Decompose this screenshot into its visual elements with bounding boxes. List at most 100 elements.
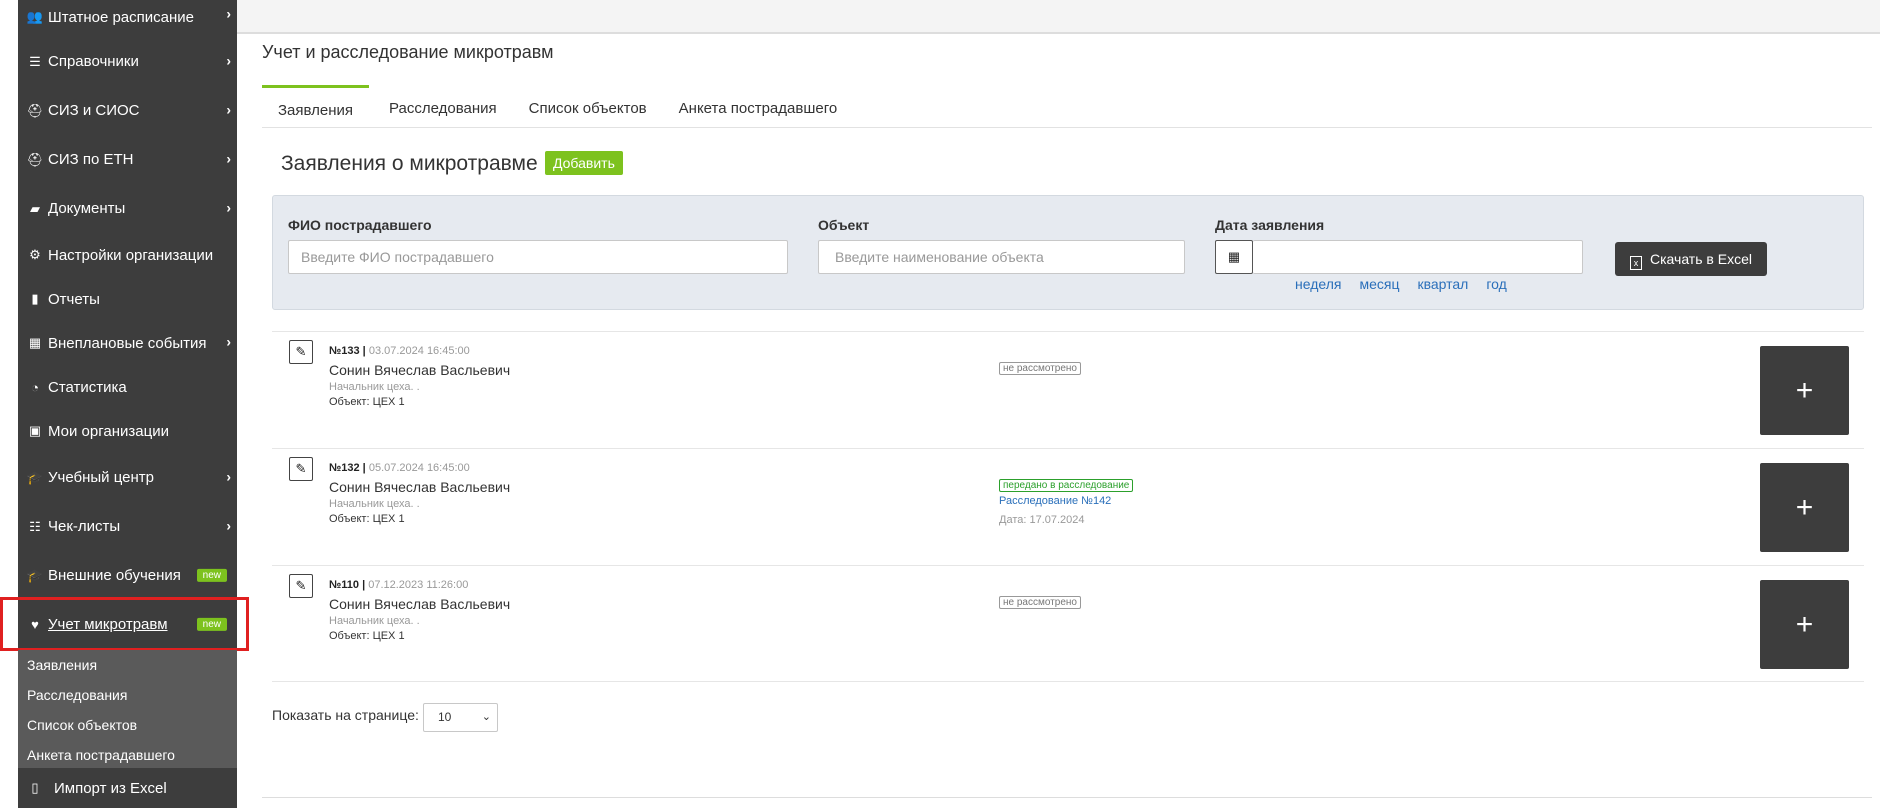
- sidebar-item-my-organizations[interactable]: ▣ Мои организации: [18, 409, 237, 453]
- sidebar-subitem-questionnaire[interactable]: Анкета пострадавшего: [18, 740, 237, 770]
- filter-panel: ФИО пострадавшего Введите ФИО пострадавш…: [272, 195, 1864, 310]
- chevron-right-icon: ›: [226, 149, 231, 166]
- application-date: 03.07.2024 16:45:00: [368, 345, 470, 357]
- page-title: Учет и расследование микротравм: [262, 42, 554, 62]
- download-excel-button[interactable]: x Скачать в Excel: [1615, 242, 1767, 276]
- sidebar-item-import-excel[interactable]: ▯ Импорт из Excel: [18, 768, 237, 808]
- date-input[interactable]: [1253, 240, 1583, 274]
- object-label: Объект: [818, 217, 870, 233]
- object-input[interactable]: Введите наименование объекта: [818, 240, 1185, 274]
- excel-file-icon: ▯: [31, 780, 39, 795]
- status-badge: не рассмотрено: [999, 596, 1081, 609]
- calendar-icon: ▦: [1227, 249, 1241, 264]
- investigation-date: Дата: 17.07.2024: [999, 514, 1085, 526]
- add-button[interactable]: Добавить: [545, 151, 623, 175]
- checklist-icon: ☷: [29, 518, 41, 534]
- sidebar-item-statistics[interactable]: ◔ Статистика: [18, 365, 237, 409]
- application-date: 07.12.2023 11:26:00: [368, 579, 469, 591]
- briefcase-icon: ▣: [28, 423, 42, 438]
- sidebar-item-references[interactable]: ☰ Справочники ›: [18, 37, 237, 86]
- victim-name: Сонин Вячеслав Васльевич: [329, 362, 511, 378]
- plus-icon: +: [1795, 608, 1814, 641]
- sidebar-item-staffing[interactable]: 👥 Штатное расписание ›: [18, 0, 237, 37]
- sidebar-item-documents[interactable]: ▰ Документы ›: [18, 184, 237, 233]
- chevron-right-icon: ›: [226, 516, 231, 533]
- tab-applications[interactable]: Заявления: [262, 85, 370, 127]
- status-badge: передано в расследование: [999, 479, 1134, 492]
- period-week-link[interactable]: неделя: [1295, 276, 1341, 292]
- status-badge: не рассмотрено: [999, 362, 1081, 375]
- list-item: ✎ №132 | 05.07.2024 16:45:00 Сонин Вячес…: [272, 448, 1864, 565]
- sidebar-item-reports[interactable]: ▮ Отчеты: [18, 277, 237, 321]
- sidebar-item-siz-sios[interactable]: ⛑ СИЗ и СИОС ›: [18, 86, 237, 135]
- victim-position: Начальник цеха. .: [329, 381, 420, 393]
- active-item-highlight: [0, 597, 249, 651]
- sidebar-item-training-center[interactable]: 🎓 Учебный центр ›: [18, 453, 237, 502]
- period-year-link[interactable]: год: [1486, 276, 1506, 292]
- application-date: 05.07.2024 16:45:00: [368, 462, 470, 474]
- chevron-down-icon: ⌄: [481, 711, 491, 723]
- calendar-icon: ▦: [28, 335, 42, 350]
- edit-button[interactable]: ✎: [289, 340, 313, 364]
- calendar-button[interactable]: ▦: [1215, 240, 1253, 274]
- edit-button[interactable]: ✎: [289, 574, 313, 598]
- graduation-cap-icon: 🎓: [26, 567, 44, 583]
- list-item: ✎ №110 | 07.12.2023 11:26:00 Сонин Вячес…: [272, 565, 1864, 682]
- tab-bar: Заявления Расследования Список объектов …: [262, 85, 1872, 128]
- pencil-icon: ✎: [295, 461, 307, 476]
- applications-list: ✎ №133 | 03.07.2024 16:45:00 Сонин Вячес…: [272, 331, 1864, 682]
- per-page-label: Показать на странице:: [272, 707, 419, 723]
- add-action-button[interactable]: +: [1760, 580, 1849, 669]
- object-name: Объект: ЦЕХ 1: [329, 630, 405, 642]
- tab-investigations[interactable]: Расследования: [373, 85, 513, 127]
- excel-file-icon: x: [1630, 256, 1643, 270]
- sidebar-item-unplanned-events[interactable]: ▦ Внеплановые события ›: [18, 321, 237, 365]
- folder-icon: ▰: [30, 200, 40, 216]
- sidebar-subitem-investigations[interactable]: Расследования: [18, 680, 237, 710]
- object-name: Объект: ЦЕХ 1: [329, 513, 405, 525]
- clipboard-icon: ▮: [31, 291, 39, 306]
- add-action-button[interactable]: +: [1760, 463, 1849, 552]
- tab-objects[interactable]: Список объектов: [513, 85, 663, 127]
- top-bar: [237, 0, 1880, 34]
- period-links: неделя месяц квартал год: [1295, 276, 1507, 292]
- pencil-icon: ✎: [295, 344, 307, 359]
- tab-questionnaire[interactable]: Анкета пострадавшего: [663, 85, 854, 127]
- chevron-right-icon: ›: [226, 5, 231, 22]
- helmet-icon: ⛑: [26, 151, 44, 167]
- helmet-icon: ⛑: [26, 102, 44, 118]
- victim-position: Начальник цеха. .: [329, 615, 420, 627]
- sidebar-item-siz-etn[interactable]: ⛑ СИЗ по ЕТН ›: [18, 135, 237, 184]
- chevron-right-icon: ›: [226, 51, 231, 68]
- edit-button[interactable]: ✎: [289, 457, 313, 481]
- period-month-link[interactable]: месяц: [1359, 276, 1399, 292]
- object-name: Объект: ЦЕХ 1: [329, 396, 405, 408]
- period-quarter-link[interactable]: квартал: [1417, 276, 1468, 292]
- list-icon: ☰: [29, 53, 41, 69]
- application-number: №110 | 07.12.2023 11:26:00: [329, 579, 469, 591]
- application-number: №133 | 03.07.2024 16:45:00: [329, 345, 470, 357]
- plus-icon: +: [1795, 374, 1814, 407]
- plus-icon: +: [1795, 491, 1814, 524]
- investigation-link[interactable]: Расследование №142: [999, 495, 1111, 507]
- sidebar-subitem-objects[interactable]: Список объектов: [18, 710, 237, 740]
- add-action-button[interactable]: +: [1760, 346, 1849, 435]
- divider: [262, 797, 1872, 798]
- section-title: Заявления о микротравме: [281, 152, 538, 175]
- fio-label: ФИО пострадавшего: [288, 217, 432, 233]
- sidebar-subitem-applications[interactable]: Заявления: [18, 650, 237, 680]
- per-page-select[interactable]: 10 ⌄: [423, 703, 498, 732]
- list-item: ✎ №133 | 03.07.2024 16:45:00 Сонин Вячес…: [272, 331, 1864, 448]
- sidebar-item-checklists[interactable]: ☷ Чек-листы ›: [18, 502, 237, 551]
- chevron-right-icon: ›: [226, 198, 231, 215]
- fio-input[interactable]: Введите ФИО пострадавшего: [288, 240, 788, 274]
- chevron-right-icon: ›: [226, 100, 231, 117]
- new-badge: new: [196, 568, 227, 582]
- users-icon: 👥: [26, 9, 44, 24]
- sidebar-item-external-training[interactable]: 🎓 Внешние обучения new: [18, 551, 237, 600]
- victim-name: Сонин Вячеслав Васльевич: [329, 479, 511, 495]
- sidebar-submenu: Заявления Расследования Список объектов …: [18, 650, 237, 768]
- application-number: №132 | 05.07.2024 16:45:00: [329, 462, 470, 474]
- victim-name: Сонин Вячеслав Васльевич: [329, 596, 511, 612]
- sidebar-item-org-settings[interactable]: ⚙ Настройки организации: [18, 233, 237, 277]
